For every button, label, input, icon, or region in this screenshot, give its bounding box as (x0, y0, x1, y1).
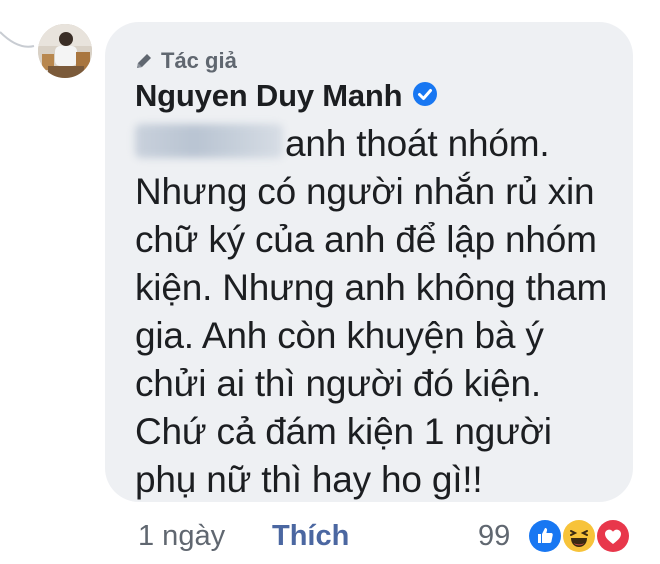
comment-text-line: Nhưng có người nhắn rủ xin (135, 171, 595, 212)
like-reaction-icon (527, 518, 563, 554)
comment-actions: 1 ngày Thích 99 (0, 510, 660, 564)
reply-thread-line (0, 31, 35, 48)
love-reaction-icon (595, 518, 631, 554)
author-badge-label: Tác giả (161, 48, 237, 73)
comment-text-line: kiện. Nhưng anh không tham (135, 267, 608, 308)
comment-text-line: chữ ký của anh để lập nhóm (135, 219, 597, 260)
haha-reaction-icon (561, 518, 597, 554)
author-row: Nguyen Duy Manh (135, 78, 438, 114)
author-name[interactable]: Nguyen Duy Manh (135, 78, 403, 114)
comment-screenshot: Tác giả Nguyen Duy Manh anh thoát nhóm. … (0, 0, 660, 564)
comment-text-line: Chứ cả đám kiện 1 người (135, 411, 552, 452)
comment-text-line: phụ nữ thì hay ho gì!! (135, 459, 483, 500)
reactions-summary[interactable] (527, 518, 637, 554)
comment-text-line: chửi ai thì người đó kiện. (135, 363, 541, 404)
like-button[interactable]: Thích (272, 520, 349, 553)
pencil-icon (135, 52, 153, 70)
reaction-count[interactable]: 99 (478, 520, 510, 553)
verified-badge-icon (412, 81, 438, 112)
comment-text-line: gia. Anh còn khuyện bà ý (135, 315, 544, 356)
comment-timestamp[interactable]: 1 ngày (138, 520, 225, 553)
author-badge: Tác giả (135, 48, 237, 74)
comment-bubble: Tác giả Nguyen Duy Manh anh thoát nhóm. … (105, 22, 633, 502)
blurred-mention (135, 124, 283, 158)
avatar[interactable] (38, 24, 92, 78)
comment-text-line: anh thoát nhóm. (285, 123, 550, 164)
